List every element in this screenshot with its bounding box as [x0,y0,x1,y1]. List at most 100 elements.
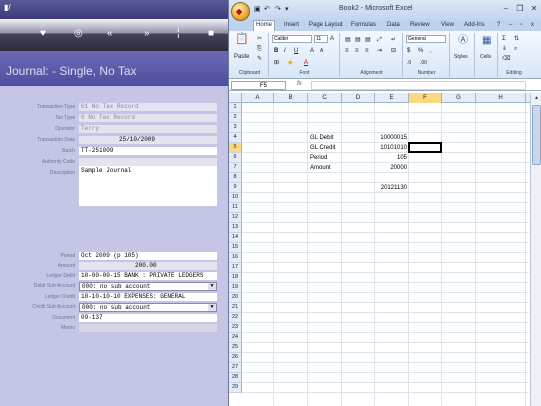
memo-field[interactable] [79,324,217,332]
row-header-8[interactable]: 8 [229,173,242,183]
cell-c6[interactable]: Period [310,153,340,163]
bold-button[interactable]: B [274,47,278,55]
tab-data[interactable]: Data [385,21,402,30]
tax-type-field[interactable]: 0 No Tax Record [79,114,217,122]
row-header-14[interactable]: 14 [229,233,242,243]
styles-button[interactable]: Styles [454,53,468,61]
ledger-debit-field[interactable]: 10-00-00-15 BANK : PRIVATE LEDGERS [79,272,217,280]
name-box[interactable]: F5 [231,81,286,90]
tab-insert[interactable]: Insert [282,21,301,30]
merge-center-icon[interactable]: ⊟ [391,47,396,55]
row-header-22[interactable]: 22 [229,313,242,323]
paste-icon[interactable]: 📋 [235,34,249,45]
currency-icon[interactable]: $ [407,47,410,55]
redo-icon[interactable]: ↷ [275,5,281,13]
orientation-icon[interactable]: ⤢ [377,36,382,44]
tab-add-ins[interactable]: Add-Ins [462,21,487,30]
batch-field[interactable]: TT-251009 [79,147,217,155]
decrease-decimal-icon[interactable]: .00 [420,59,427,67]
transaction-type-field[interactable]: 01 No Tax Record [79,103,217,111]
row-header-15[interactable]: 15 [229,243,242,253]
italic-button[interactable]: I [284,47,286,55]
row-header-29[interactable]: 29 [229,383,242,393]
styles-icon[interactable]: Ⓐ [458,36,468,46]
row-header-7[interactable]: 7 [229,163,242,173]
row-header-27[interactable]: 27 [229,363,242,373]
cells-button[interactable]: Cells [480,53,491,61]
amount-field[interactable]: 200.00 [79,262,217,270]
row-header-28[interactable]: 28 [229,373,242,383]
row-header-4[interactable]: 4 [229,133,242,143]
row-header-2[interactable]: 2 [229,113,242,123]
align-center-icon[interactable]: ≡ [355,47,359,55]
align-left-icon[interactable]: ≡ [345,47,349,55]
format-painter-icon[interactable]: ✎ [257,55,262,63]
tab-page-layout[interactable]: Page Layout [307,21,345,30]
row-header-10[interactable]: 10 [229,193,242,203]
font-size-select[interactable]: 11 [314,35,328,43]
align-right-icon[interactable]: ≡ [365,47,369,55]
select-all-corner[interactable] [229,93,242,103]
find-select-icon[interactable]: ⌕ [514,45,517,53]
autosum-icon[interactable]: Σ [502,35,506,43]
row-header-18[interactable]: 18 [229,273,242,283]
heart-icon[interactable]: ♥ [40,29,46,39]
cell-e7[interactable]: 20000 [377,163,407,173]
row-header-11[interactable]: 11 [229,203,242,213]
cell-c7[interactable]: Amount [310,163,340,173]
indent-icon[interactable]: ⇥ [377,47,382,55]
column-header-g[interactable]: G [442,93,476,103]
align-bottom-icon[interactable]: ▤ [365,36,371,44]
number-format-select[interactable]: General [406,35,446,43]
cell-c5[interactable]: GL Credit [310,143,340,153]
shrink-font-icon[interactable]: A [320,47,323,55]
column-header-h[interactable]: H [476,93,526,103]
save-icon[interactable]: ▣ [254,5,261,13]
ribbon-restore-icon[interactable]: ▫ [518,21,524,30]
cell-c4[interactable]: GL Debit [310,133,340,143]
transaction-date-field[interactable]: 25/10/2009 [79,136,217,144]
operator-field[interactable]: Terry [79,125,217,133]
active-cell-outline[interactable] [408,142,442,153]
debit-sub-account-select[interactable]: 000: no sub account ▼ [79,282,217,291]
grow-font-a-icon[interactable]: A [310,47,314,55]
cells-icon[interactable]: ▦ [482,36,491,46]
row-header-25[interactable]: 25 [229,343,242,353]
row-header-6[interactable]: 6 [229,153,242,163]
cell-e9[interactable]: 20121130 [377,183,407,193]
row-header-26[interactable]: 26 [229,353,242,363]
minimize-icon[interactable]: – [501,4,511,14]
help-icon[interactable]: ? [495,21,502,30]
customize-qat-icon[interactable]: ▾ [285,5,289,13]
sort-filter-icon[interactable]: ⇅ [514,35,519,43]
grow-font-icon[interactable]: A [330,35,334,43]
tab-review[interactable]: Review [408,21,432,30]
row-header-13[interactable]: 13 [229,223,242,233]
chevron-down-icon[interactable]: ▼ [208,283,216,290]
chevron-down-icon[interactable]: ▼ [208,304,216,311]
cell-e5[interactable]: 10101010 [377,143,407,153]
align-middle-icon[interactable]: ▤ [355,36,361,44]
vertical-scrollbar[interactable]: ▲ [530,93,541,406]
description-textarea[interactable]: Sample Journal [79,166,217,206]
ledger-credit-field[interactable]: 10-10-10-10 EXPENSES: GENERAL [79,293,217,301]
fill-icon[interactable]: ⇓ [502,45,507,53]
borders-icon[interactable]: ⊞ [274,59,279,67]
row-header-24[interactable]: 24 [229,333,242,343]
formula-input[interactable] [311,81,526,90]
percent-icon[interactable]: % [418,47,423,55]
close-icon[interactable]: ✕ [529,4,539,14]
row-header-12[interactable]: 12 [229,213,242,223]
scroll-up-icon[interactable]: ▲ [532,94,541,103]
row-header-17[interactable]: 17 [229,263,242,273]
document-field[interactable]: 09-137 [79,314,217,322]
row-header-3[interactable]: 3 [229,123,242,133]
undo-icon[interactable]: ↶ [264,5,270,13]
cut-icon[interactable]: ✂ [257,35,262,43]
office-button[interactable]: ◆ [231,2,250,21]
refresh-icon[interactable]: ◎ [74,29,83,39]
column-header-a[interactable]: A [242,93,274,103]
row-header-23[interactable]: 23 [229,323,242,333]
restore-icon[interactable]: ❐ [515,4,525,14]
tab-formulas[interactable]: Formulas [349,21,378,30]
